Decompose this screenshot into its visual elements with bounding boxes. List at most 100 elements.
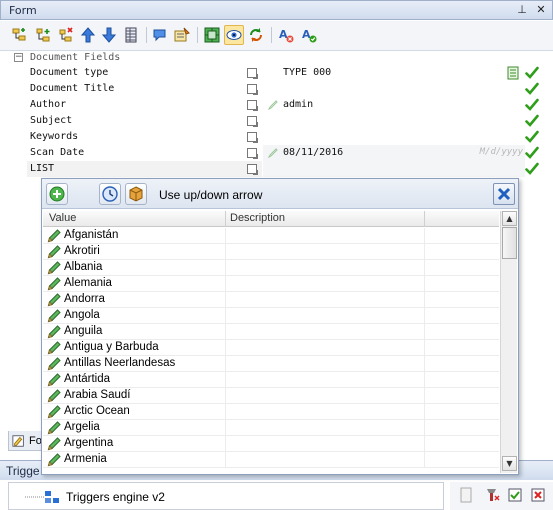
close-popup-button[interactable] — [493, 183, 515, 205]
pin-icon[interactable]: ⊥ — [515, 3, 529, 17]
list-item[interactable]: Armenia — [43, 452, 499, 468]
refresh-icon[interactable] — [246, 25, 266, 45]
add-subfield-icon[interactable] — [33, 25, 53, 45]
scroll-thumb[interactable] — [502, 227, 517, 259]
field-edit-button[interactable] — [247, 164, 258, 175]
close-icon[interactable]: ✕ — [534, 3, 548, 17]
field-edit-button[interactable] — [247, 68, 258, 79]
column-divider[interactable] — [225, 211, 226, 227]
column-header-description[interactable]: Description — [230, 212, 285, 224]
field-row: Document type TYPE 000 — [27, 65, 547, 81]
column-divider — [225, 340, 226, 356]
column-divider — [225, 404, 226, 420]
properties-icon[interactable] — [172, 25, 192, 45]
column-divider — [225, 244, 226, 260]
pencil-icon — [47, 373, 61, 387]
list-item[interactable]: Alemania — [43, 276, 499, 292]
field-row-highlight — [27, 161, 262, 177]
field-value-input[interactable] — [263, 129, 525, 145]
list-item-value: Andorra — [64, 293, 105, 305]
field-value-input[interactable] — [263, 113, 525, 129]
column-divider — [225, 420, 226, 436]
field-format-hint: M/d/yyyy — [479, 147, 523, 157]
pencil-icon — [47, 405, 61, 419]
popup-toolbar: Use up/down arrow — [42, 179, 518, 209]
page-icon[interactable] — [458, 487, 474, 503]
column-divider — [424, 388, 425, 404]
accept-icon[interactable] — [507, 487, 523, 503]
column-divider — [424, 340, 425, 356]
field-row: Document Title — [27, 81, 547, 97]
list-item[interactable]: Argelia — [43, 420, 499, 436]
section-header: − Document Fields — [10, 51, 543, 65]
add-value-button[interactable] — [46, 183, 68, 205]
list-item[interactable]: Argentina — [43, 436, 499, 452]
list-item[interactable]: Afganistán — [43, 228, 499, 244]
pencil-icon — [47, 261, 61, 275]
column-divider[interactable] — [424, 211, 425, 227]
table-icon[interactable] — [121, 25, 141, 45]
history-button[interactable] — [99, 183, 121, 205]
list-item[interactable]: Andorra — [43, 292, 499, 308]
clock-icon — [102, 186, 118, 202]
field-edit-button[interactable] — [247, 84, 258, 95]
column-divider — [424, 372, 425, 388]
tree-item-triggers-engine[interactable]: Triggers engine v2 — [66, 490, 165, 504]
field-name: Author — [30, 99, 67, 110]
check-icon — [525, 98, 539, 112]
field-row: Scan Date 08/11/2016 M/d/yyyy — [27, 145, 547, 161]
delete-field-icon[interactable] — [56, 25, 76, 45]
column-divider — [225, 292, 226, 308]
scroll-down-arrow[interactable]: ▼ — [502, 456, 517, 471]
triggers-title: Trigge — [6, 464, 40, 478]
list-item[interactable]: Arabia Saudí — [43, 388, 499, 404]
box-icon — [129, 186, 143, 202]
list-item[interactable]: Anguila — [43, 324, 499, 340]
view-icon[interactable] — [224, 25, 244, 45]
field-edit-button[interactable] — [247, 148, 258, 159]
list-item[interactable]: Angola — [43, 308, 499, 324]
field-value-input[interactable]: TYPE 000 — [263, 65, 525, 81]
list-item-value: Alemania — [64, 277, 112, 289]
field-value-input[interactable] — [263, 161, 525, 177]
package-button[interactable] — [125, 183, 147, 205]
pencil-icon — [47, 229, 61, 243]
field-edit-button[interactable] — [247, 100, 258, 111]
list-item-value: Antigua y Barbuda — [64, 341, 159, 353]
comment-icon[interactable] — [150, 25, 170, 45]
text-validation-icon[interactable]: A — [276, 25, 296, 45]
field-edit-button[interactable] — [247, 116, 258, 127]
popup-scrollbar[interactable]: ▲ ▼ — [500, 211, 517, 473]
triggers-tree: Triggers engine v2 — [8, 482, 444, 510]
field-value-input[interactable] — [263, 81, 525, 97]
list-item[interactable]: Antillas Neerlandesas — [43, 356, 499, 372]
list-item[interactable]: Antigua y Barbuda — [43, 340, 499, 356]
column-divider — [225, 372, 226, 388]
pencil-icon — [47, 309, 61, 323]
column-header-value[interactable]: Value — [49, 212, 76, 224]
delete-icon[interactable] — [530, 487, 546, 503]
list-item[interactable]: Albania — [43, 260, 499, 276]
field-value-input[interactable]: 08/11/2016 M/d/yyyy — [263, 145, 525, 161]
list-item[interactable]: Antártida — [43, 372, 499, 388]
clear-icon[interactable] — [484, 487, 500, 503]
field-value-input[interactable]: admin — [263, 97, 525, 113]
pencil-icon — [47, 357, 61, 371]
column-divider — [225, 452, 226, 468]
add-field-icon[interactable] — [10, 25, 30, 45]
scroll-up-arrow[interactable]: ▲ — [502, 211, 517, 226]
list-item-value: Arctic Ocean — [64, 405, 130, 417]
document-list-icon[interactable] — [507, 66, 519, 80]
grid-icon[interactable] — [202, 25, 222, 45]
collapse-toggle[interactable]: − — [14, 53, 23, 62]
field-edit-button[interactable] — [247, 132, 258, 143]
field-name: Document Title — [30, 83, 115, 94]
column-divider — [225, 228, 226, 244]
list-item[interactable]: Akrotiri — [43, 244, 499, 260]
pencil-icon — [47, 277, 61, 291]
text-check-icon[interactable]: A — [299, 25, 319, 45]
move-up-icon[interactable] — [78, 25, 98, 45]
list-item[interactable]: Arctic Ocean — [43, 404, 499, 420]
pencil-icon — [47, 389, 61, 403]
move-down-icon[interactable] — [99, 25, 119, 45]
